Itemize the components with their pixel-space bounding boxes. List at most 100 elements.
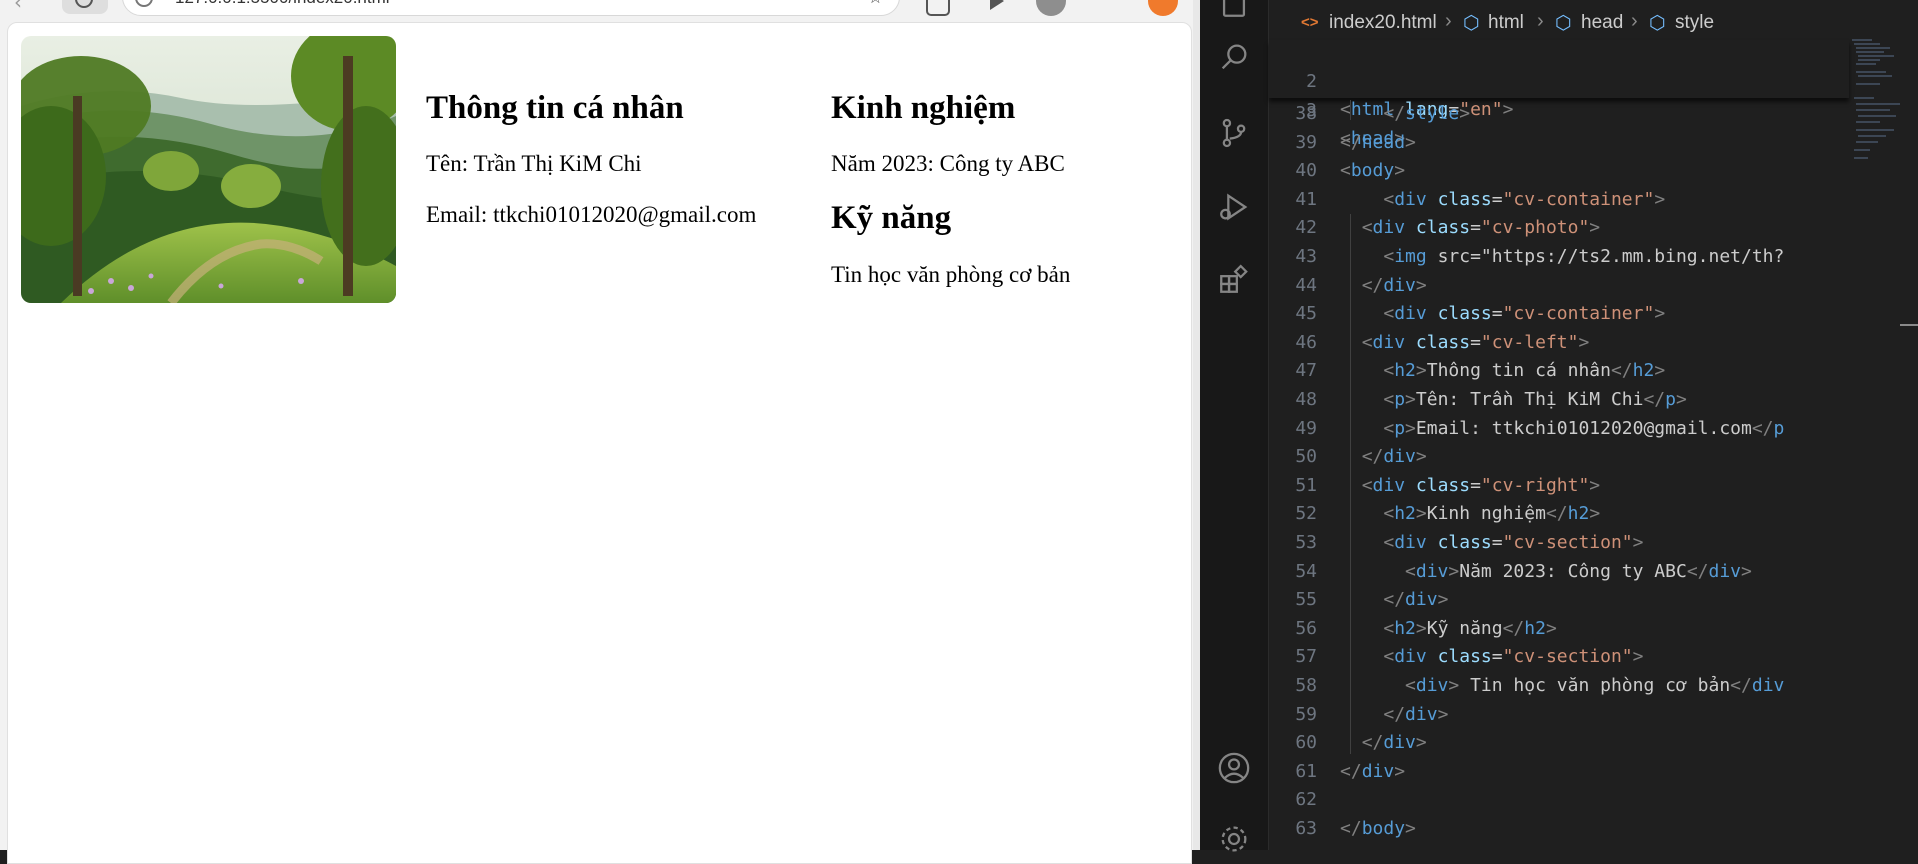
breadcrumb: <> index20.html › ⬡ html › ⬡ head › ⬡ st… [1269, 8, 1849, 38]
source-control-icon[interactable] [1217, 116, 1251, 150]
vscode-window: <> index20.html › ⬡ html › ⬡ head › ⬡ st… [1200, 0, 1918, 852]
code-text: <h2>Kinh nghiệm</h2> [1383, 503, 1601, 525]
code-line: 54 <div>Năm 2023: Công ty ABC</div> [1269, 558, 1849, 586]
code-text: <div>Năm 2023: Công ty ABC</div> [1405, 560, 1752, 582]
code-line: 45 <div class="cv-container"> [1269, 300, 1849, 328]
code-line: 39 </head> [1269, 129, 1849, 157]
code-text: </div> [1340, 760, 1406, 782]
breadcrumb-item[interactable]: index20.html [1329, 12, 1437, 34]
line-number: 45 [1295, 303, 1317, 325]
reload-button[interactable] [62, 0, 108, 14]
bookmark-star-icon[interactable]: ☆ [868, 0, 883, 8]
sticky-scroll-header[interactable]: 2 <html lang="en"> 3 <head> [1269, 40, 1849, 149]
code-text: </div> [1383, 703, 1449, 725]
code-text: <body> [1340, 160, 1406, 182]
code-line: 3 <head> [1269, 69, 1849, 149]
code-line: 42 <div class="cv-photo"> [1269, 214, 1849, 242]
html-file-icon: <> [1301, 14, 1319, 31]
minimap[interactable] [1850, 38, 1906, 178]
line-number: 48 [1295, 389, 1317, 410]
media-play-icon[interactable] [990, 0, 1004, 10]
settings-gear-icon[interactable] [1217, 822, 1251, 856]
code-text: <div> Tin học văn phòng cơ bản</div [1405, 675, 1785, 696]
experience-heading: Kinh nghiệm [831, 90, 1016, 126]
line-number: 62 [1295, 789, 1317, 811]
breadcrumb-item[interactable]: head [1581, 12, 1623, 34]
code-text: </head> [1340, 131, 1416, 153]
run-debug-icon[interactable] [1217, 190, 1251, 224]
code-text: </body> [1340, 818, 1416, 839]
extensions-icon[interactable] [1217, 262, 1251, 296]
code-line: 53 <div class="cv-section"> [1269, 529, 1849, 557]
line-number: 63 [1295, 818, 1317, 839]
code-line: 63 </body> [1269, 815, 1849, 843]
code-line: 44 </div> [1269, 272, 1849, 300]
line-number: 41 [1295, 188, 1317, 210]
code-line: 56 <h2>Kỹ năng</h2> [1269, 615, 1849, 643]
code-text: <h2>Thông tin cá nhân</h2> [1383, 360, 1666, 382]
line-number: 51 [1295, 474, 1317, 496]
code-line: 43 <img src="https://ts2.mm.bing.net/th? [1269, 243, 1849, 271]
browser-toolbar: ‹ 127.0.0.1:5500/index20.html ☆ [0, 0, 1193, 20]
line-number: 55 [1295, 589, 1317, 611]
search-icon[interactable] [1217, 40, 1251, 74]
breadcrumb-item[interactable]: style [1675, 12, 1714, 34]
line-number: 50 [1295, 446, 1317, 468]
extensions-icon[interactable] [926, 0, 950, 16]
code-line: 52 <h2>Kinh nghiệm</h2> [1269, 500, 1849, 528]
explorer-icon[interactable] [1217, 0, 1251, 20]
window-splitter[interactable] [1193, 0, 1200, 850]
email-text: Email: ttkchi01012020@gmail.com [426, 202, 757, 227]
code-text: <p>Tên: Trần Thị KiM Chi</p> [1383, 389, 1687, 410]
code-editor[interactable]: <> index20.html › ⬡ html › ⬡ head › ⬡ st… [1269, 0, 1918, 850]
line-number: 60 [1295, 732, 1317, 754]
cv-right-column: Kinh nghiệm Năm 2023: Công ty ABC Kỹ năn… [831, 68, 1171, 289]
line-number: 49 [1295, 417, 1317, 439]
code-text: </div> [1361, 732, 1427, 754]
activity-bar [1200, 0, 1269, 852]
code-line: 40 <body> [1269, 157, 1849, 185]
breadcrumb-item[interactable]: html [1488, 12, 1524, 34]
personal-info-heading: Thông tin cá nhân [426, 90, 684, 126]
chevron-right-icon: › [1445, 10, 1452, 32]
code-text: <div class="cv-container"> [1383, 303, 1666, 325]
accounts-icon[interactable] [1217, 751, 1251, 785]
line-number: 40 [1295, 160, 1317, 182]
line-number: 54 [1295, 560, 1317, 582]
line-number: 52 [1295, 503, 1317, 525]
code-text: <div class="cv-left"> [1361, 331, 1590, 353]
code-line: 51 <div class="cv-right"> [1269, 472, 1849, 500]
chevron-right-icon: › [1537, 10, 1544, 32]
line-number: 57 [1295, 646, 1317, 668]
skills-item: Tin học văn phòng cơ bản [831, 262, 1071, 287]
code-text: <div class="cv-section"> [1383, 532, 1644, 553]
code-line: 62 [1269, 786, 1849, 814]
code-text: </div> [1383, 589, 1449, 611]
address-bar[interactable]: 127.0.0.1:5500/index20.html ☆ [122, 0, 900, 16]
line-number: 39 [1295, 131, 1317, 153]
line-number: 44 [1295, 274, 1317, 296]
reload-icon [75, 0, 93, 8]
back-arrow-icon[interactable]: ‹ [14, 0, 40, 16]
site-info-icon[interactable] [135, 0, 153, 7]
landscape-image [21, 36, 396, 303]
cv-left-column: Thông tin cá nhân Tên: Trần Thị KiM Chi … [426, 68, 806, 229]
browser-window: ‹ 127.0.0.1:5500/index20.html ☆ [0, 0, 1193, 864]
cv-photo [21, 36, 396, 303]
code-line: 61 </div> [1269, 758, 1849, 786]
code-text: </div> [1361, 446, 1427, 468]
scrollbar-thumb[interactable] [1900, 324, 1918, 326]
code-text: <div class="cv-container"> [1383, 188, 1666, 210]
line-number: 47 [1295, 360, 1317, 382]
profile-avatar[interactable] [1036, 0, 1066, 16]
address-url: 127.0.0.1:5500/index20.html [175, 0, 390, 8]
code-line: 59 </div> [1269, 701, 1849, 729]
code-text: </div> [1361, 274, 1427, 296]
browser-menu-icon[interactable] [1148, 0, 1178, 16]
line-number: 56 [1295, 617, 1317, 639]
code-line: 41 <div class="cv-container"> [1269, 186, 1849, 214]
code-line: 60 </div> [1269, 729, 1849, 757]
line-number: 46 [1295, 331, 1317, 353]
code-line: 47 <h2>Thông tin cá nhân</h2> [1269, 357, 1849, 385]
code-line: 55 </div> [1269, 586, 1849, 614]
